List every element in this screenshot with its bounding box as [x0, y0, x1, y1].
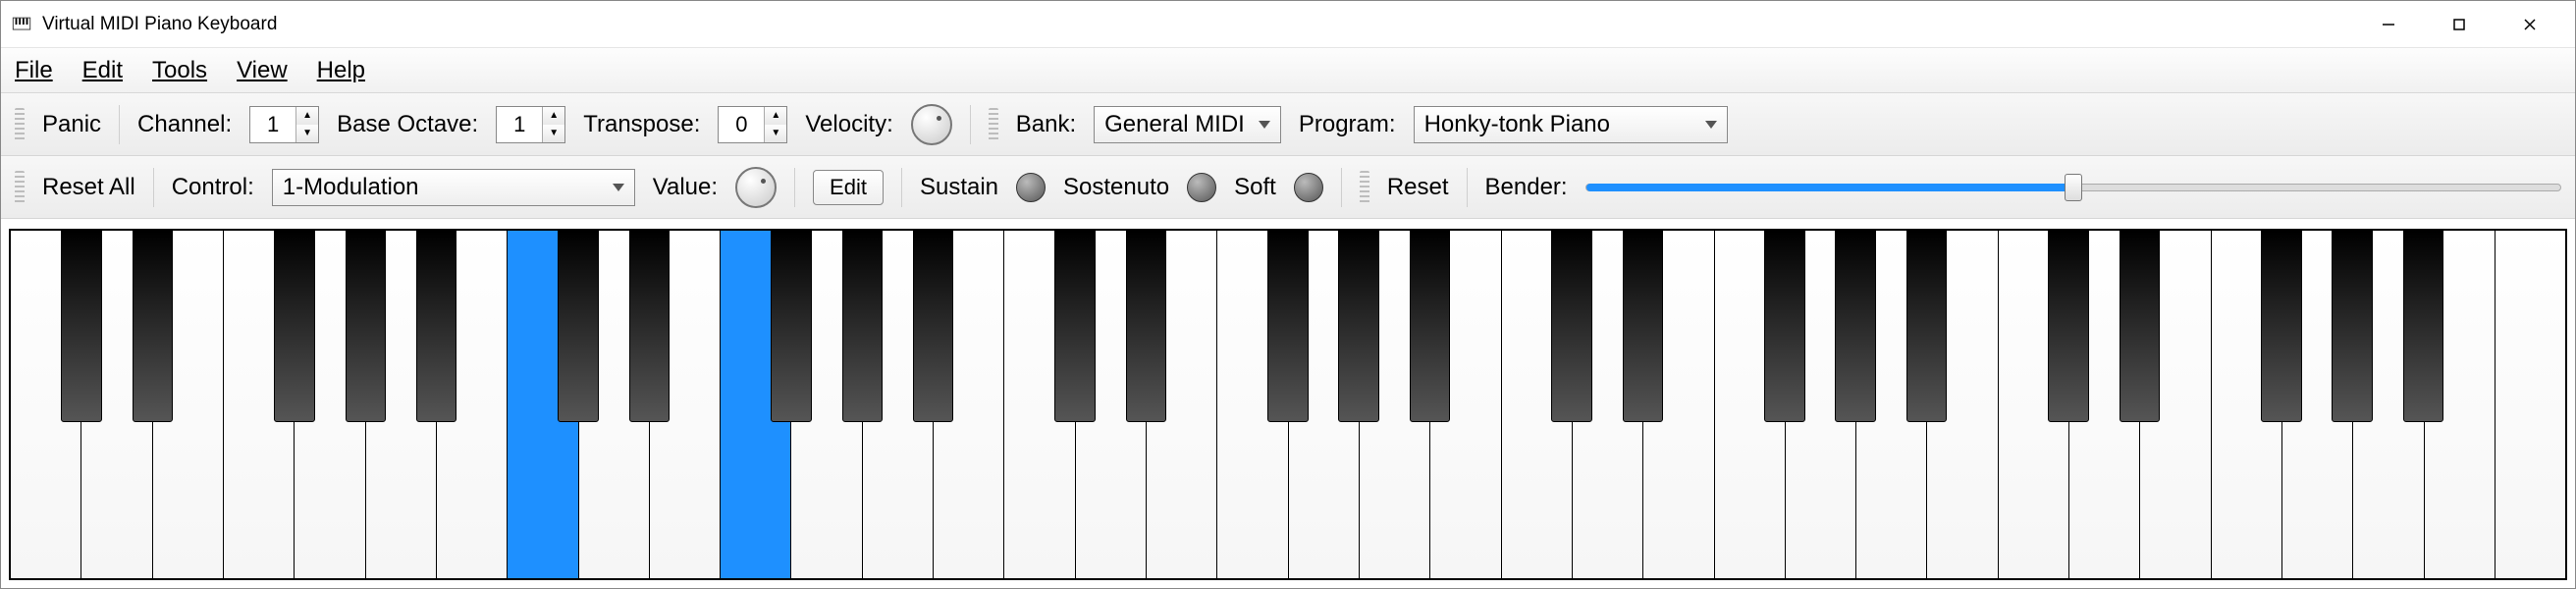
grip-icon [15, 171, 25, 204]
black-key[interactable] [913, 231, 954, 422]
soft-led[interactable] [1294, 173, 1323, 202]
black-key[interactable] [1410, 231, 1451, 422]
keys-container [9, 229, 2567, 580]
black-key[interactable] [2120, 231, 2161, 422]
separator [153, 168, 154, 207]
velocity-knob[interactable] [911, 104, 952, 145]
menu-file[interactable]: File [15, 57, 53, 84]
control-combo[interactable]: 1-Modulation [272, 169, 635, 206]
maximize-button[interactable] [2424, 1, 2495, 48]
value-label: Value: [653, 174, 718, 201]
panic-button[interactable]: Panic [42, 111, 101, 138]
black-key[interactable] [1126, 231, 1167, 422]
channel-spinbox[interactable]: ▲▼ [249, 106, 319, 143]
black-key[interactable] [629, 231, 671, 422]
transpose-spinbox[interactable]: ▲▼ [718, 106, 787, 143]
edit-button[interactable]: Edit [813, 170, 884, 205]
menubar: File Edit Tools View Help [1, 48, 2575, 93]
slider-fill [1586, 184, 2073, 191]
bank-value: General MIDI [1104, 111, 1245, 138]
soft-label: Soft [1234, 174, 1276, 201]
spin-up-icon[interactable]: ▲ [296, 107, 318, 125]
black-key[interactable] [1551, 231, 1592, 422]
spin-down-icon[interactable]: ▼ [296, 125, 318, 142]
app-window: Virtual MIDI Piano Keyboard File Edit To… [0, 0, 2576, 589]
reset-button[interactable]: Reset [1387, 174, 1449, 201]
spin-up-icon[interactable]: ▲ [765, 107, 786, 125]
separator [970, 105, 971, 144]
minimize-button[interactable] [2353, 1, 2424, 48]
value-knob[interactable] [735, 167, 777, 208]
black-key[interactable] [2332, 231, 2373, 422]
chevron-down-icon [1259, 121, 1270, 129]
channel-label: Channel: [137, 111, 232, 138]
menu-view[interactable]: View [237, 57, 288, 84]
close-button[interactable] [2495, 1, 2565, 48]
reset-all-button[interactable]: Reset All [42, 174, 135, 201]
sustain-label: Sustain [920, 174, 998, 201]
program-combo[interactable]: Honky-tonk Piano [1414, 106, 1728, 143]
base-octave-input[interactable] [497, 112, 542, 137]
black-key[interactable] [558, 231, 599, 422]
grip-icon [1360, 171, 1369, 204]
black-key[interactable] [416, 231, 457, 422]
channel-input[interactable] [250, 112, 295, 137]
program-value: Honky-tonk Piano [1424, 111, 1610, 138]
black-key[interactable] [1906, 231, 1948, 422]
bender-slider[interactable] [1585, 184, 2561, 191]
separator [794, 168, 795, 207]
spin-down-icon[interactable]: ▼ [543, 125, 564, 142]
bank-combo[interactable]: General MIDI [1094, 106, 1281, 143]
black-key[interactable] [1764, 231, 1805, 422]
spin-down-icon[interactable]: ▼ [765, 125, 786, 142]
grip-icon [15, 108, 25, 141]
black-key[interactable] [346, 231, 387, 422]
separator [1341, 168, 1342, 207]
titlebar: Virtual MIDI Piano Keyboard [1, 1, 2575, 48]
black-key[interactable] [771, 231, 812, 422]
chevron-down-icon [613, 184, 624, 191]
grip-icon [989, 108, 998, 141]
chevron-down-icon [1705, 121, 1717, 129]
toolbar-main: Panic Channel: ▲▼ Base Octave: ▲▼ Transp… [1, 93, 2575, 156]
menu-help[interactable]: Help [317, 57, 365, 84]
black-key[interactable] [2403, 231, 2444, 422]
black-key[interactable] [842, 231, 884, 422]
window-controls [2353, 1, 2565, 48]
black-key[interactable] [61, 231, 102, 422]
black-key[interactable] [1338, 231, 1379, 422]
black-key[interactable] [1054, 231, 1096, 422]
black-key[interactable] [274, 231, 315, 422]
control-label: Control: [172, 174, 254, 201]
base-octave-label: Base Octave: [337, 111, 478, 138]
toolbar-controls: Reset All Control: 1-Modulation Value: E… [1, 156, 2575, 219]
menu-tools[interactable]: Tools [152, 57, 207, 84]
black-key[interactable] [1267, 231, 1309, 422]
transpose-label: Transpose: [583, 111, 700, 138]
base-octave-spinbox[interactable]: ▲▼ [496, 106, 565, 143]
transpose-input[interactable] [719, 112, 764, 137]
control-value: 1-Modulation [283, 174, 419, 201]
window-title: Virtual MIDI Piano Keyboard [42, 14, 2353, 35]
sostenuto-label: Sostenuto [1063, 174, 1169, 201]
separator [1467, 168, 1468, 207]
black-key[interactable] [133, 231, 174, 422]
black-key[interactable] [2261, 231, 2302, 422]
piano-keyboard [1, 219, 2575, 588]
separator [119, 105, 120, 144]
spin-up-icon[interactable]: ▲ [543, 107, 564, 125]
app-icon [11, 14, 32, 35]
program-label: Program: [1299, 111, 1396, 138]
separator [901, 168, 902, 207]
black-key[interactable] [1835, 231, 1876, 422]
velocity-label: Velocity: [805, 111, 892, 138]
black-key[interactable] [2048, 231, 2089, 422]
menu-edit[interactable]: Edit [82, 57, 123, 84]
bender-label: Bender: [1485, 174, 1568, 201]
sostenuto-led[interactable] [1187, 173, 1216, 202]
slider-thumb[interactable] [2065, 174, 2082, 201]
bank-label: Bank: [1016, 111, 1076, 138]
sustain-led[interactable] [1016, 173, 1046, 202]
black-key[interactable] [1623, 231, 1664, 422]
